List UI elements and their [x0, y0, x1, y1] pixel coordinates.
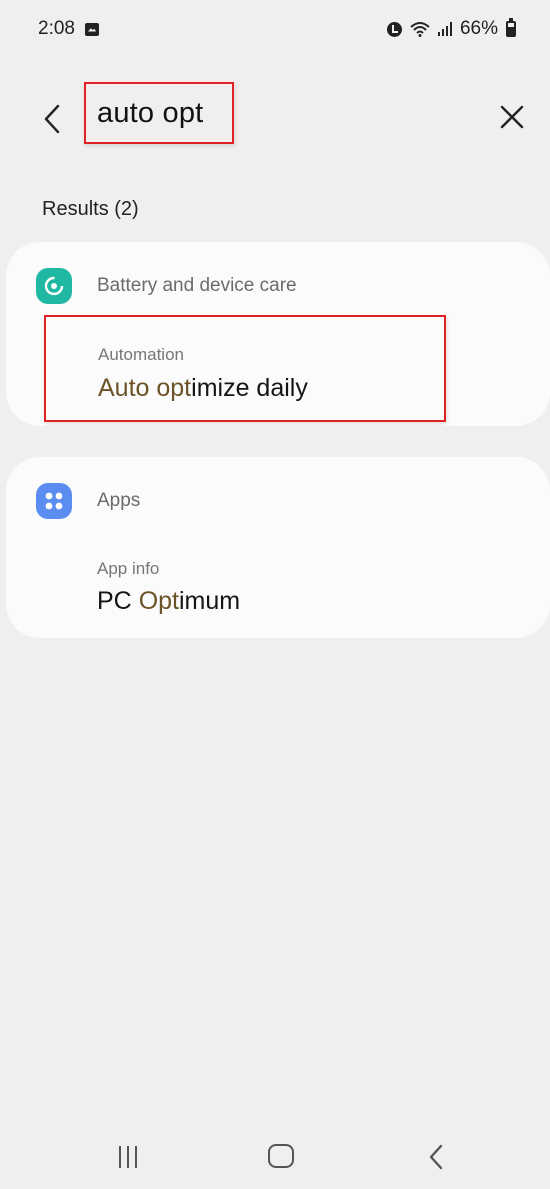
- alarm-icon: [386, 21, 402, 37]
- category-label: Battery and device care: [97, 275, 297, 296]
- close-icon: [500, 105, 524, 129]
- result-group-apps: Apps App info PC Optimum: [6, 457, 550, 638]
- title-remainder: imum: [178, 587, 241, 615]
- search-match-text: Auto opt: [98, 374, 192, 402]
- home-icon[interactable]: [268, 1144, 294, 1168]
- title-prefix: PC: [97, 587, 139, 615]
- back-icon[interactable]: [425, 1143, 447, 1171]
- back-button[interactable]: [36, 100, 68, 138]
- battery-percent: 66%: [459, 18, 498, 39]
- result-item-subtitle: Automation: [98, 345, 184, 364]
- status-left: 2:08: [38, 18, 99, 40]
- result-item-title: PC Optimum: [97, 587, 240, 616]
- category-label: Apps: [97, 490, 141, 511]
- result-item-subtitle: App info: [97, 559, 160, 578]
- clear-search-button[interactable]: [493, 98, 531, 136]
- title-remainder: imize daily: [191, 374, 308, 402]
- settings-search-screen: 2:08 66% auto opt Results (2) Battery an…: [0, 0, 550, 1189]
- category-row: Battery and device care: [36, 268, 297, 304]
- navigation-bar: [0, 1128, 550, 1189]
- gallery-icon: [84, 22, 99, 36]
- result-group-battery: Battery and device care Automation Auto …: [6, 242, 550, 426]
- result-item-pc-optimum[interactable]: App info PC Optimum: [44, 553, 344, 623]
- result-item-title: Auto optimize daily: [98, 374, 308, 403]
- signal-icon: [437, 22, 452, 36]
- category-row: Apps: [36, 483, 140, 519]
- status-right: 66%: [386, 18, 516, 40]
- device-care-icon: [36, 268, 72, 304]
- chevron-left-icon: [44, 104, 60, 134]
- results-count-label: Results (2): [42, 198, 139, 220]
- status-time: 2:08: [38, 18, 75, 39]
- status-bar: 2:08 66%: [0, 0, 550, 58]
- search-header: auto opt: [0, 80, 550, 158]
- search-query-text: auto opt: [97, 96, 204, 129]
- wifi-icon: [410, 21, 430, 37]
- search-match-text: Opt: [138, 587, 179, 615]
- battery-icon: [506, 18, 516, 37]
- search-input[interactable]: auto opt: [84, 82, 234, 144]
- recents-icon[interactable]: [115, 1146, 141, 1168]
- apps-icon: [36, 483, 72, 519]
- result-item-auto-optimize-daily[interactable]: Automation Auto optimize daily: [44, 315, 446, 422]
